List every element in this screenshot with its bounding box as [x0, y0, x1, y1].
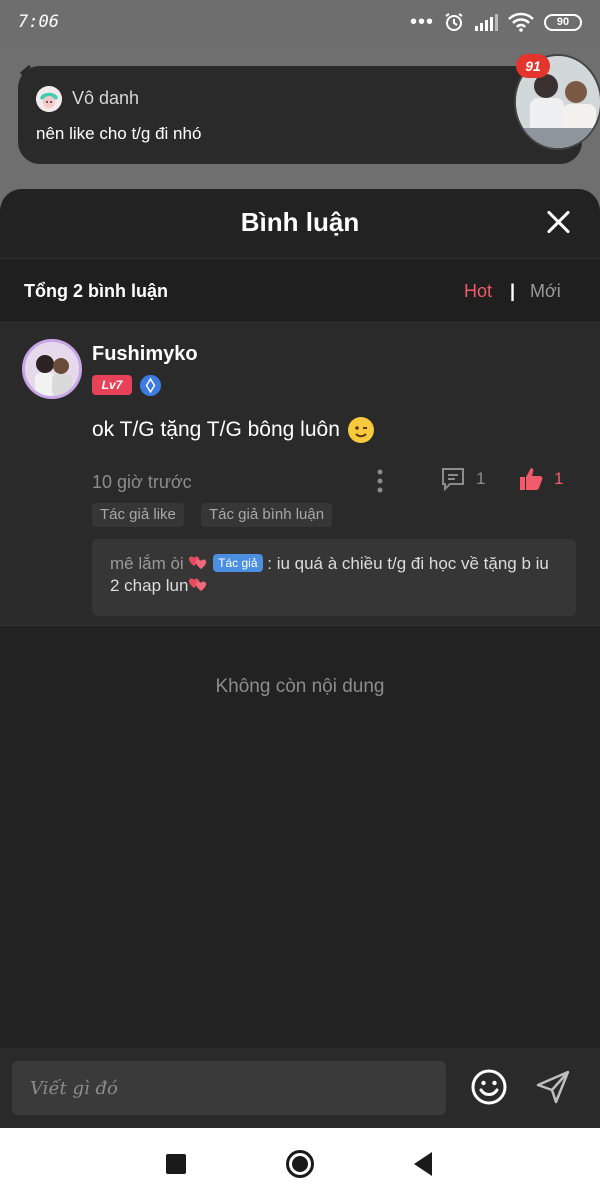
avatar[interactable] — [22, 339, 82, 399]
wifi-icon — [508, 12, 534, 32]
sort-hot-tab[interactable]: Hot — [464, 281, 492, 302]
comment-username[interactable]: Fushimyko — [92, 343, 198, 366]
sort-row: Tổng 2 bình luận Hot | Mới — [0, 259, 600, 321]
alarm-icon — [445, 13, 463, 31]
notification-count-badge: 91 — [516, 54, 550, 78]
two-hearts-icon — [189, 556, 207, 569]
emoji-icon[interactable] — [470, 1068, 508, 1106]
status-icons: ••• 90 — [410, 12, 582, 32]
reply-preview[interactable]: mê lắm òi Tác giả : iu quá à chiều t/g đ… — [92, 539, 576, 616]
reply-count: 1 — [476, 469, 486, 488]
notification-app-name: Vô danh — [72, 88, 140, 108]
verified-icon — [140, 375, 161, 396]
no-more-content: Không còn nội dung — [215, 676, 385, 697]
status-bar: 7:06 ••• 90 — [0, 0, 600, 44]
two-hearts-icon — [189, 578, 207, 591]
send-icon[interactable] — [534, 1068, 572, 1106]
dots-icon: ••• — [409, 11, 434, 33]
comment-input-bar — [0, 1048, 600, 1128]
total-comments-label: Tổng 2 bình luận — [24, 281, 168, 301]
sort-separator: | — [510, 281, 516, 301]
comment-item: Fushimyko Lv7 ok T/G tặng T/G bông luôn … — [0, 321, 600, 626]
like-count: 1 — [554, 469, 564, 488]
comment-input[interactable] — [12, 1061, 446, 1115]
reply-author: mê lắm òi — [110, 554, 184, 573]
system-nav-bar — [0, 1128, 600, 1200]
comment-text: ok T/G tặng T/G bông luôn — [92, 417, 374, 443]
app-icon — [36, 86, 62, 112]
sort-new-tab[interactable]: Mới — [530, 281, 561, 302]
status-time: 7:06 — [18, 12, 59, 32]
sheet-header: Bình luận — [0, 189, 600, 259]
notification-message: nên like cho t/g đi nhó — [36, 124, 202, 143]
reply-button[interactable]: 1 — [440, 466, 485, 492]
more-options-icon[interactable] — [370, 466, 390, 496]
notification-banner[interactable]: Vô danh nên like cho t/g đi nhó — [18, 66, 582, 164]
signal-icon — [475, 14, 498, 31]
level-badge: Lv7 — [92, 375, 132, 395]
author-tag: Tác giả — [213, 554, 263, 572]
back-icon[interactable] — [414, 1152, 432, 1176]
like-button[interactable]: 1 — [518, 466, 563, 492]
battery-level: 90 — [544, 13, 582, 31]
battery-icon: 90 — [544, 13, 582, 31]
wink-emoji-icon — [347, 417, 374, 443]
author-liked-tag: Tác giả like — [92, 503, 184, 527]
sheet-title: Bình luận — [240, 207, 360, 237]
comment-time: 10 giờ trước — [92, 472, 192, 492]
thumbs-up-icon — [520, 468, 543, 490]
recents-icon[interactable] — [166, 1154, 186, 1174]
author-commented-tag: Tác giả bình luận — [201, 503, 333, 527]
comments-sheet: Bình luận Tổng 2 bình luận Hot | Mới Fus… — [0, 189, 600, 1128]
comment-icon — [442, 468, 464, 492]
close-button[interactable] — [540, 205, 576, 241]
home-icon[interactable] — [286, 1150, 314, 1178]
comment-body: ok T/G tặng T/G bông luôn — [92, 418, 340, 441]
